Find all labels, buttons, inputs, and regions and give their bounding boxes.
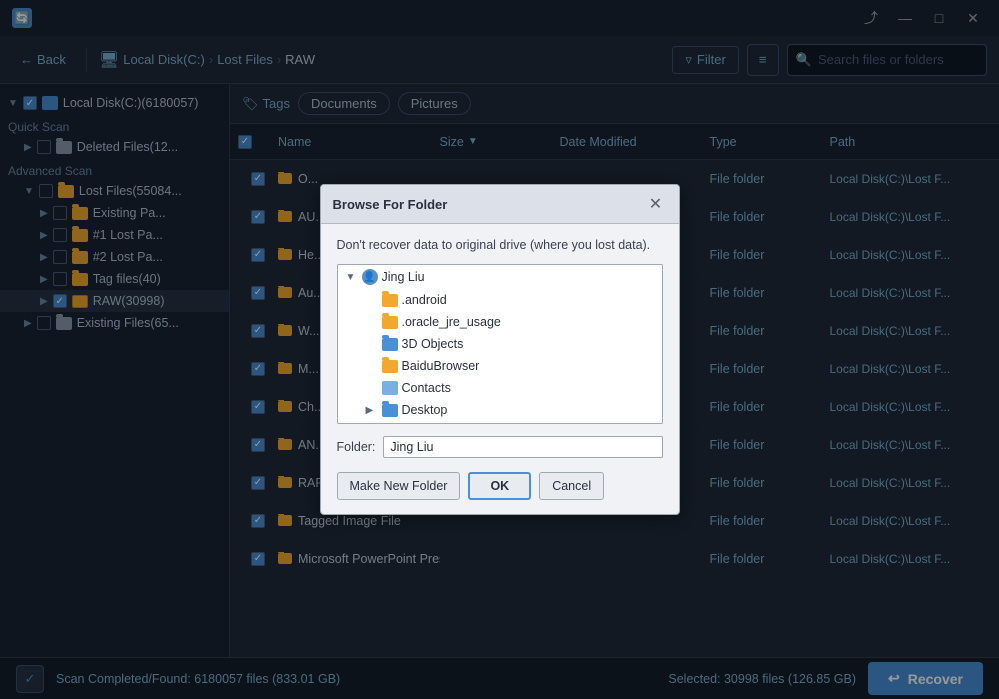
tree-item-desktop[interactable]: ▶ Desktop [338,399,662,421]
desktop-expand-icon: ▶ [366,405,378,416]
desktop-folder-icon [382,404,398,417]
tree-item-android[interactable]: .android [338,289,662,311]
baidu-label: BaiduBrowser [402,359,480,373]
folder-input-row: Folder: [337,436,663,458]
3dobjects-folder-icon [382,338,398,351]
browse-folder-dialog: Browse For Folder ✕ Don't recover data t… [320,184,680,515]
oracle-label: .oracle_jre_usage [402,315,501,329]
tree-item-baidu[interactable]: BaiduBrowser [338,355,662,377]
tree-item-root[interactable]: ▼ 👤 Jing Liu [338,265,662,289]
desktop-label: Desktop [402,403,448,417]
oracle-folder-icon [382,316,398,329]
dialog-titlebar: Browse For Folder ✕ [321,185,679,224]
cancel-button[interactable]: Cancel [539,472,604,500]
make-new-folder-button[interactable]: Make New Folder [337,472,461,500]
folder-input[interactable] [383,436,662,458]
tree-item-contacts[interactable]: Contacts [338,377,662,399]
tree-item-oracle[interactable]: .oracle_jre_usage [338,311,662,333]
3dobjects-label: 3D Objects [402,337,464,351]
android-label: .android [402,293,447,307]
tree-item-3dobjects[interactable]: 3D Objects [338,333,662,355]
ok-button[interactable]: OK [468,472,531,500]
android-folder-icon [382,294,398,307]
folder-tree[interactable]: ▼ 👤 Jing Liu .android .oracle_jre_usage [337,264,663,424]
dialog-buttons: Make New Folder OK Cancel [337,472,663,500]
baidu-folder-icon [382,360,398,373]
dialog-body: Don't recover data to original drive (wh… [321,224,679,514]
contacts-label: Contacts [402,381,451,395]
dialog-overlay: Browse For Folder ✕ Don't recover data t… [0,0,999,699]
root-expand-icon: ▼ [346,272,358,283]
root-label: Jing Liu [382,270,425,284]
folder-label: Folder: [337,440,376,454]
dialog-warning-text: Don't recover data to original drive (wh… [337,238,663,252]
dialog-close-button[interactable]: ✕ [645,193,667,215]
contacts-folder-icon [382,381,398,395]
dialog-title: Browse For Folder [333,197,448,212]
root-person-icon: 👤 [362,269,378,285]
